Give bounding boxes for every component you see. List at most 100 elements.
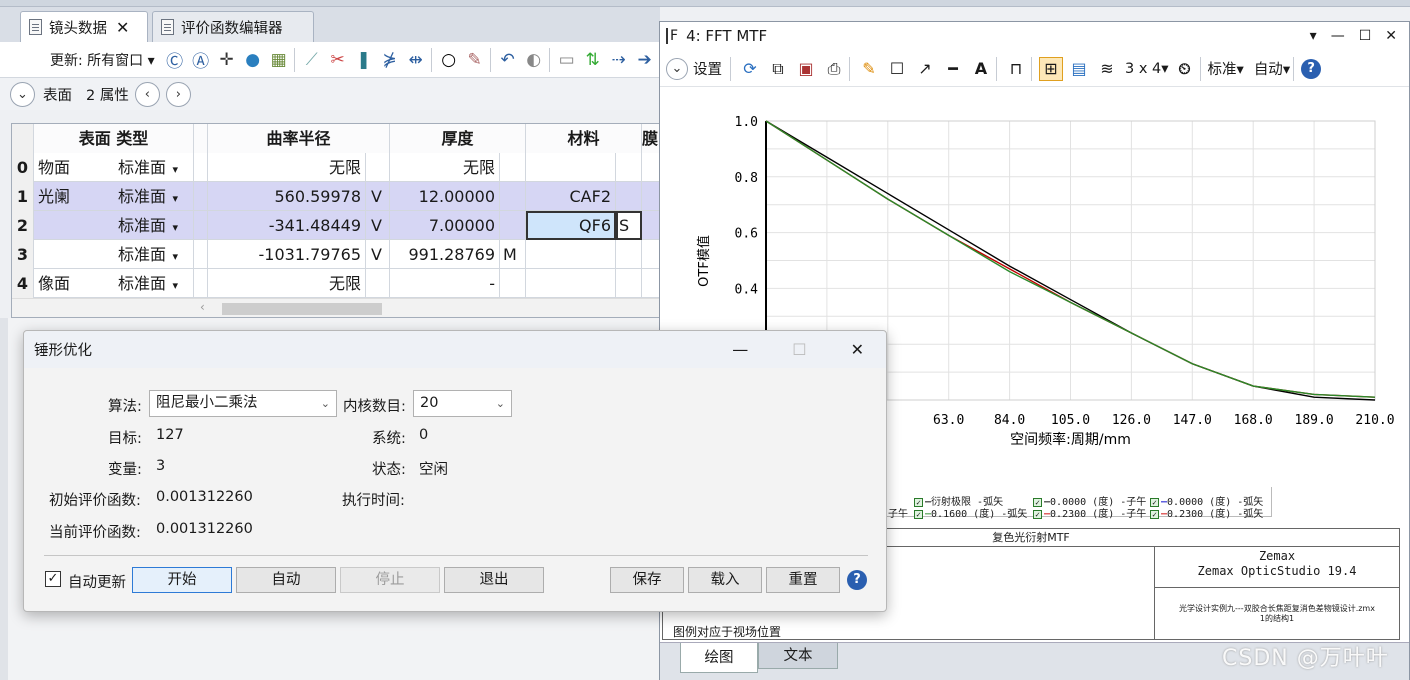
layout-dropdown[interactable]: 3 x 4▾	[1125, 61, 1169, 77]
table-row[interactable]: 0 物面 标准面 ▾ 无限 无限	[12, 153, 659, 182]
window-icon[interactable]: ▤	[1067, 57, 1091, 81]
cell-mflag[interactable]: S	[616, 211, 642, 240]
cell-type[interactable]: 标准面 ▾	[114, 153, 194, 182]
settings-button[interactable]: 设置	[693, 58, 722, 79]
cell-radius[interactable]: 560.59978	[208, 182, 366, 211]
cell-num[interactable]: 2	[12, 211, 34, 240]
table-row[interactable]: 2 标准面 ▾ -341.48449 V 7.00000 QF6 S	[12, 211, 659, 240]
cell-rflag[interactable]	[366, 153, 390, 182]
dropdown-arrow-icon[interactable]: ▾	[169, 163, 179, 176]
layers-icon[interactable]: ≋	[1095, 57, 1119, 81]
header-material[interactable]: 材料	[526, 124, 642, 153]
cell-thick[interactable]: -	[390, 269, 500, 298]
slice-remove-icon[interactable]: ✂	[326, 48, 350, 72]
cell-type[interactable]: 标准面 ▾	[114, 269, 194, 298]
tab-text[interactable]: 文本	[758, 643, 838, 669]
legend-checkbox[interactable]: ✓	[1033, 510, 1042, 519]
undo-icon[interactable]: ↶	[496, 48, 520, 72]
copy-icon[interactable]: ⧉	[766, 57, 790, 81]
toggle-icon[interactable]: ◐	[522, 48, 546, 72]
cores-select[interactable]: 20 ⌄	[413, 390, 512, 417]
cell-thick[interactable]: 无限	[390, 153, 500, 182]
save-icon[interactable]: ▣	[794, 57, 818, 81]
arrow-icon[interactable]: ↗	[913, 57, 937, 81]
cell-mat[interactable]	[526, 269, 616, 298]
header-radius[interactable]: 曲率半径	[208, 124, 390, 153]
cell-mflag[interactable]	[616, 269, 642, 298]
load-button[interactable]: 载入	[688, 567, 762, 593]
page-icon[interactable]: ▭	[555, 48, 579, 72]
refresh-all-icon[interactable]: Ⓐ	[189, 48, 213, 72]
cell-rflag[interactable]: V	[366, 182, 390, 211]
table-row[interactable]: 1 光阑 标准面 ▾ 560.59978 V 12.00000 CAF2	[12, 182, 659, 211]
chevron-down-icon[interactable]: ⌄	[666, 57, 688, 80]
refresh-icon[interactable]: ⟳	[738, 57, 762, 81]
legend-checkbox[interactable]: ✓	[1150, 510, 1159, 519]
lens-element-icon[interactable]: ❚	[352, 48, 376, 72]
cell-mflag[interactable]	[616, 153, 642, 182]
horizontal-scrollbar[interactable]: ‹	[12, 298, 659, 317]
cell-rflag[interactable]	[366, 269, 390, 298]
globe-icon[interactable]: ●	[241, 48, 265, 72]
chevron-down-icon[interactable]: ⌄	[10, 81, 35, 107]
cell-num[interactable]: 1	[12, 182, 34, 211]
chevron-left-icon[interactable]: ‹	[134, 81, 160, 107]
cell-tflag[interactable]	[500, 153, 526, 182]
cell-num[interactable]: 4	[12, 269, 34, 298]
print-icon[interactable]: ⎙	[822, 57, 846, 81]
table-row[interactable]: 4 像面 标准面 ▾ 无限 -	[12, 269, 659, 298]
update-dropdown[interactable]: 更新: 所有窗口 ▾	[50, 50, 155, 70]
cell-name[interactable]	[34, 240, 114, 269]
pencil-icon[interactable]: ✎	[857, 57, 881, 81]
cell-tflag[interactable]	[500, 269, 526, 298]
cell-mat[interactable]	[526, 240, 616, 269]
clock-icon[interactable]: ⏲	[1173, 57, 1197, 81]
cell-tflag[interactable]: M	[500, 240, 526, 269]
header-thickness[interactable]: 厚度	[390, 124, 526, 153]
auto-button[interactable]: 自动	[236, 567, 336, 593]
save-button[interactable]: 保存	[610, 567, 684, 593]
exit-button[interactable]: 退出	[444, 567, 544, 593]
tab-merit-function-editor[interactable]: 评价函数编辑器	[152, 11, 314, 42]
reset-button[interactable]: 重置	[766, 567, 840, 593]
cell-rflag[interactable]: V	[366, 240, 390, 269]
cell-mflag[interactable]	[616, 240, 642, 269]
cell-tflag[interactable]	[500, 182, 526, 211]
reverse-icon[interactable]: ⇹	[404, 48, 428, 72]
cell-thick[interactable]: 12.00000	[390, 182, 500, 211]
cell-num[interactable]: 0	[12, 153, 34, 182]
minimize-icon[interactable]: —	[1331, 28, 1345, 44]
wand-icon[interactable]: ✎	[463, 48, 487, 72]
legend-checkbox[interactable]: ✓	[914, 510, 923, 519]
algorithm-select[interactable]: 阻尼最小二乘法 ⌄	[149, 390, 337, 417]
mirror-icon[interactable]: ⋡	[378, 48, 402, 72]
cell-mat[interactable]: QF6	[526, 211, 616, 240]
help-icon[interactable]: ?	[847, 570, 867, 590]
dropdown-arrow-icon[interactable]: ▾	[169, 279, 179, 292]
cell-thick[interactable]: 991.28769	[390, 240, 500, 269]
swap-icon[interactable]: ⇅	[581, 48, 605, 72]
cell-name[interactable]: 光阑	[34, 182, 114, 211]
cell-radius[interactable]: -341.48449	[208, 211, 366, 240]
cell-type[interactable]: 标准面 ▾	[114, 240, 194, 269]
auto-update-checkbox[interactable]: ✓	[45, 571, 61, 587]
slice-icon[interactable]: ⟋	[300, 48, 324, 72]
next-icon[interactable]: ➔	[633, 48, 657, 72]
dropdown-arrow-icon[interactable]: ▾	[169, 221, 179, 234]
lock-icon[interactable]: ⊓	[1004, 57, 1028, 81]
close-icon[interactable]: ✕	[1385, 28, 1397, 44]
cell-rflag[interactable]: V	[366, 211, 390, 240]
start-button[interactable]: 开始	[132, 567, 232, 593]
crosshair-icon[interactable]: ✛	[215, 48, 239, 72]
cell-mat[interactable]: CAF2	[526, 182, 616, 211]
refresh-icon[interactable]: Ⓒ	[163, 48, 187, 72]
tab-lens-data[interactable]: 镜头数据 ✕	[20, 11, 148, 42]
cell-name[interactable]: 像面	[34, 269, 114, 298]
cell-type[interactable]: 标准面 ▾	[114, 182, 194, 211]
minimize-icon[interactable]: —	[732, 340, 748, 359]
arrows-icon[interactable]: ⇢	[607, 48, 631, 72]
dropdown-arrow-icon[interactable]: ▾	[169, 250, 179, 263]
help-icon[interactable]: ?	[1301, 58, 1322, 79]
cell-radius[interactable]: 无限	[208, 153, 366, 182]
close-icon[interactable]: ✕	[116, 18, 129, 37]
